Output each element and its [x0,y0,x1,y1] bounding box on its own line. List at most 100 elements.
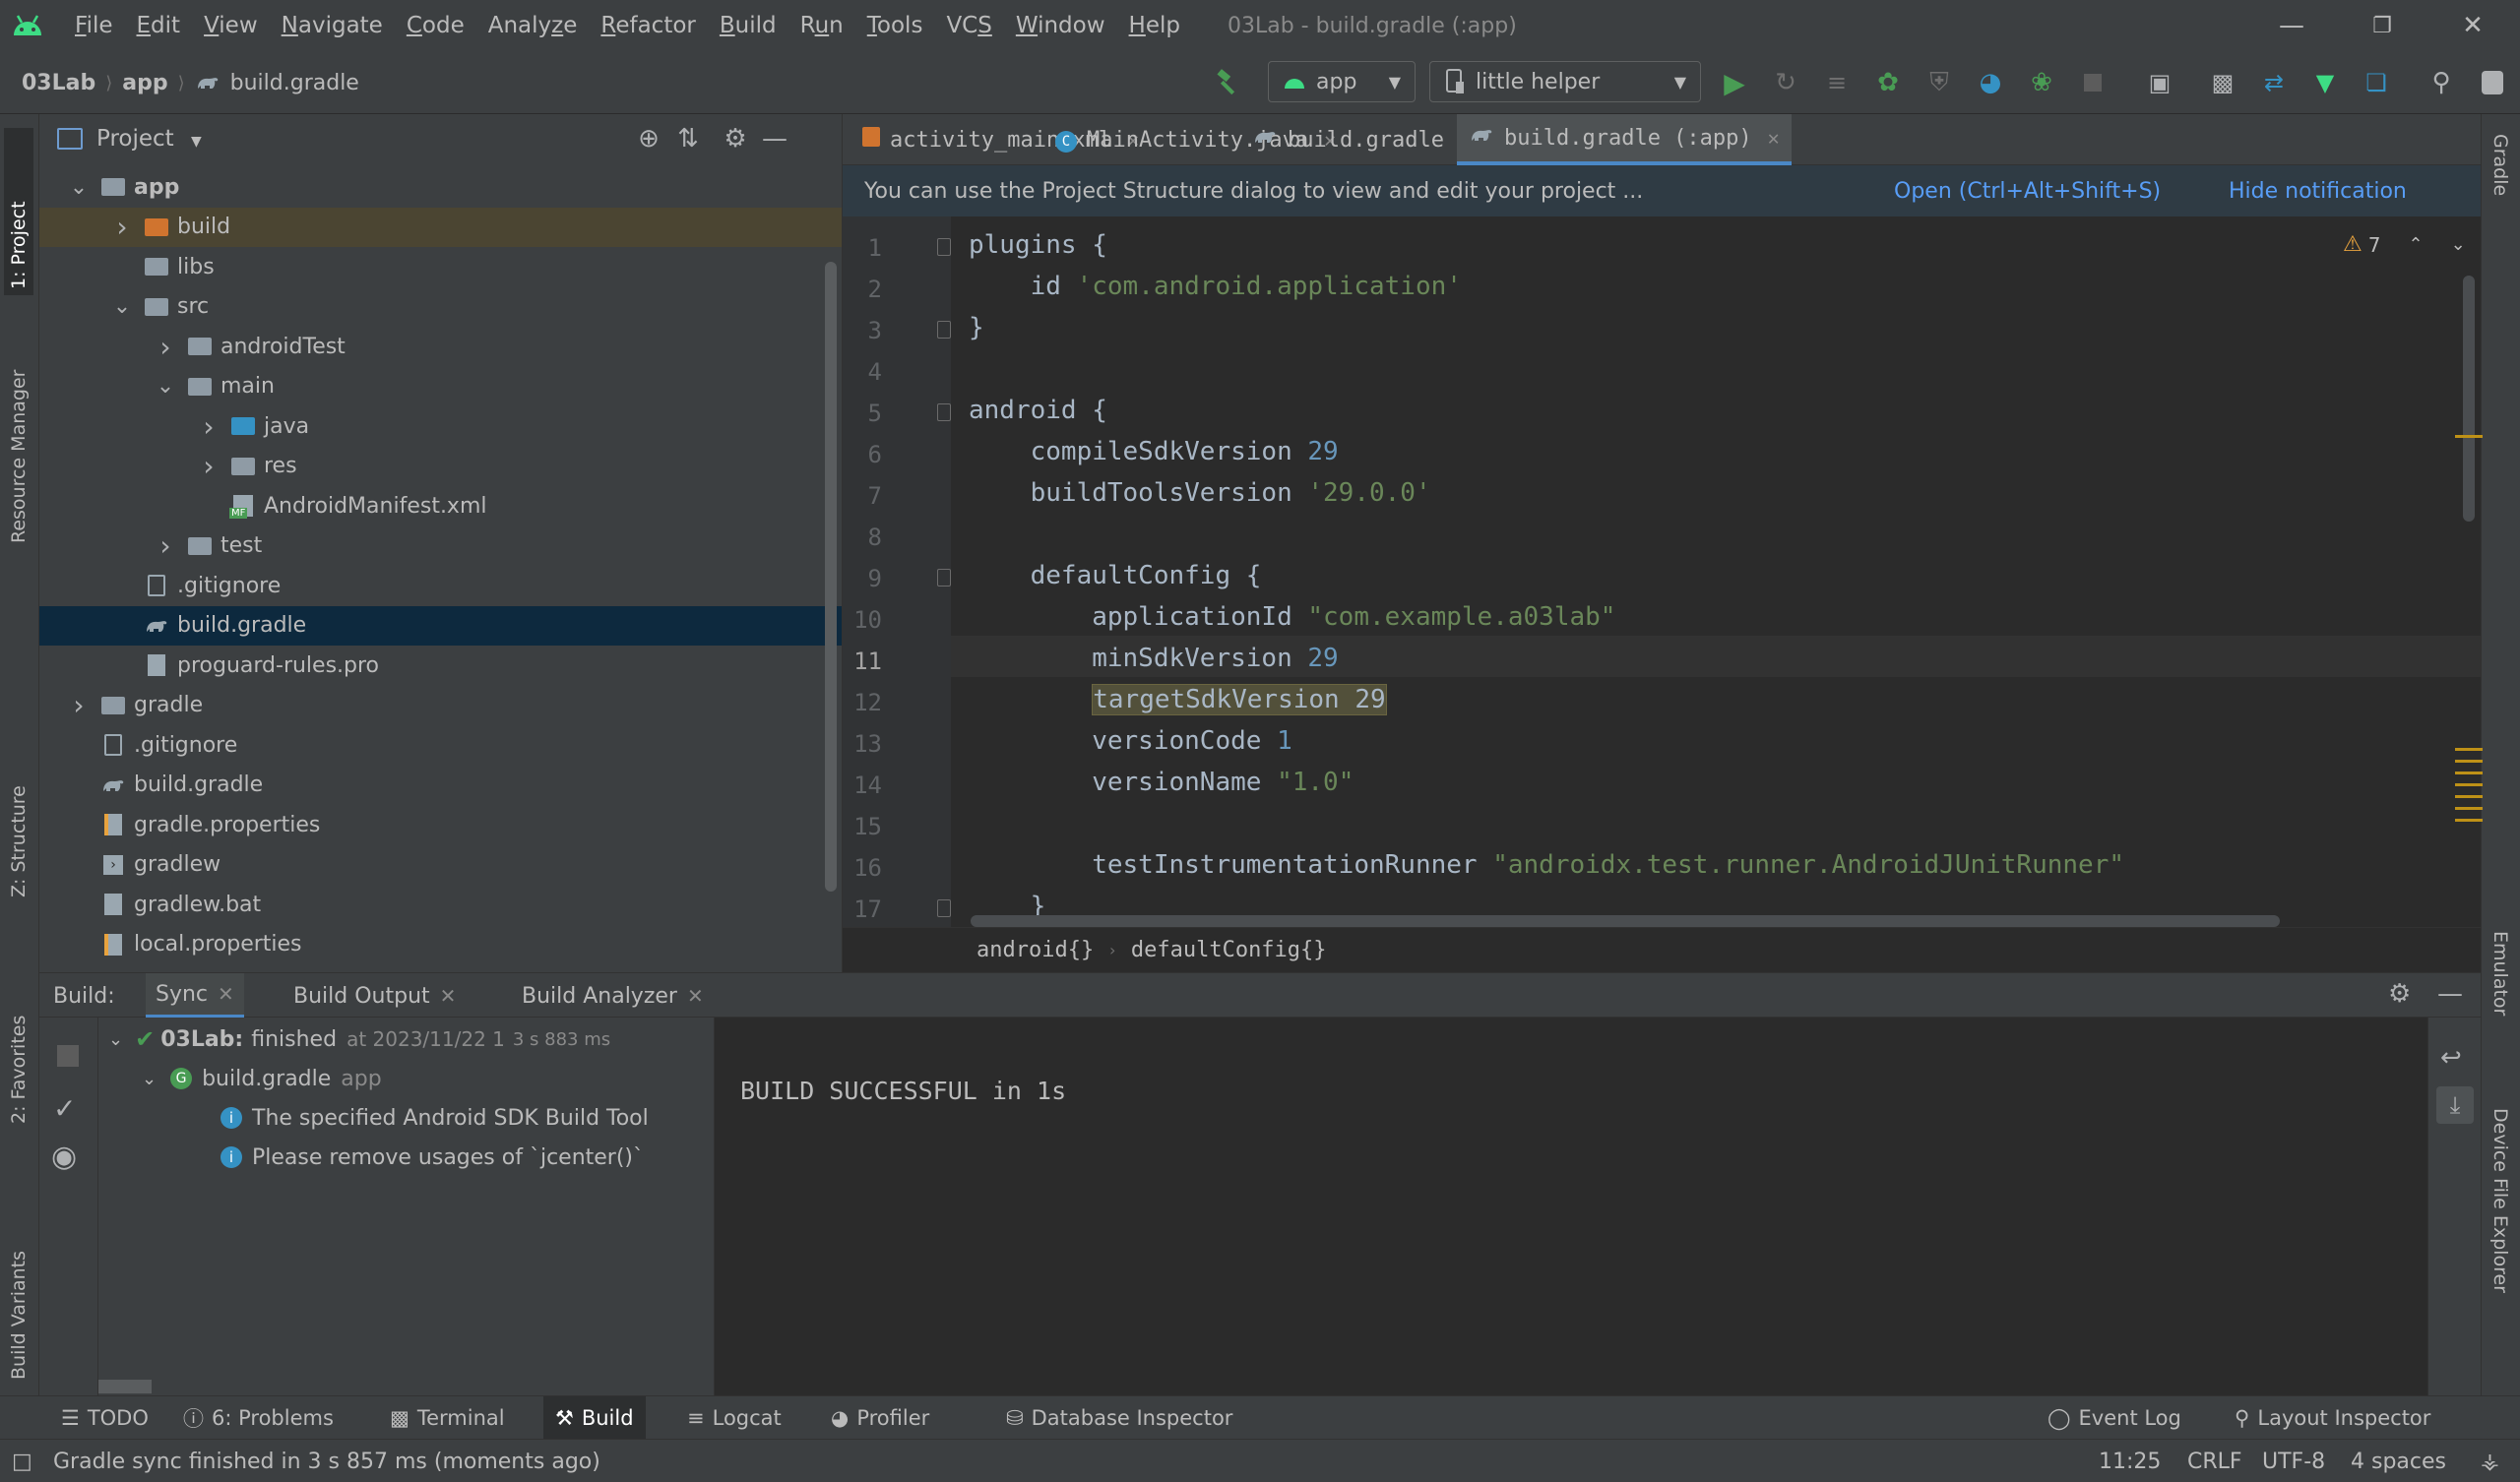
fold-marker-icon[interactable] [937,569,951,587]
gradle-tool-button[interactable]: Gradle [2489,134,2511,196]
project-view-select[interactable]: Project ▼ [96,126,202,152]
code-editor[interactable]: plugins { id 'com.android.application'} a… [951,216,2481,927]
chevron-right-icon[interactable]: › [110,211,134,243]
search-everywhere-button[interactable]: ⚲ [2424,65,2459,100]
menu-item[interactable]: Navigate [270,13,395,38]
breadcrumb-module[interactable]: app [122,71,167,95]
tab-sync[interactable]: Sync ✕ [146,973,244,1019]
apply-code-changes-button[interactable]: ≡ [1819,65,1855,100]
editor-tab[interactable]: build.gradle (:app) ✕ [1457,114,1792,165]
favorites-tool-button[interactable]: 2: Favorites [4,941,33,1128]
todo-tool-button[interactable]: ☰ TODO [49,1396,160,1440]
project-tree-item[interactable]: .gitignore [39,566,842,605]
build-settings-button[interactable]: ⚙ [2388,979,2411,1009]
run-button[interactable]: ▶ [1717,65,1752,100]
chevron-right-icon[interactable]: › [197,410,220,443]
line-separator[interactable]: CRLF [2187,1440,2242,1482]
build-tree-root[interactable]: ⌄ ✔ 03Lab: finished at 2023/11/22 1 3 s … [108,1019,610,1059]
pin-tab-button[interactable]: ✓ [53,1092,76,1125]
profile-button[interactable]: ◕ [1973,65,2008,100]
project-tree-item[interactable]: › gradlew [39,845,842,885]
fold-marker-icon[interactable] [937,899,951,917]
warning-marker[interactable] [2455,795,2483,798]
editor-horizontal-scrollbar[interactable] [971,915,2280,927]
inspection-widget[interactable]: ⚠ 7 ⌃ ⌄ [2343,232,2466,257]
project-tree-item[interactable]: ⌄ src [39,287,842,327]
project-tree-item[interactable]: libs [39,247,842,286]
build-tool-button[interactable]: ⚒ Build [543,1396,646,1440]
scroll-to-end-button[interactable]: ⤓ [2436,1086,2474,1124]
stop-button[interactable] [2075,65,2110,100]
resource-manager-tool-button[interactable]: Resource Manager [4,321,33,547]
close-tab-icon[interactable]: ✕ [687,984,704,1008]
profiler-tool-button[interactable]: ◕ Profiler [819,1396,941,1440]
tab-build-analyzer[interactable]: Build Analyzer ✕ [512,973,714,1019]
project-tree-item[interactable]: › gradle [39,686,842,725]
chevron-down-icon[interactable]: ⌄ [67,175,91,200]
chevron-right-icon[interactable]: › [154,331,177,363]
warning-marker[interactable] [2455,772,2483,774]
menu-item[interactable]: VCS [934,13,1003,38]
project-tree-item[interactable]: ⌄ main [39,367,842,406]
menu-item[interactable]: Tools [855,13,935,38]
restore-button[interactable]: ❐ [2337,0,2427,51]
chevron-right-icon[interactable]: › [67,689,91,721]
menu-item[interactable]: Window [1004,13,1117,38]
project-tree-item[interactable]: local.properties [39,925,842,964]
avd-manager-button[interactable]: ▩ [2205,65,2240,100]
warning-marker[interactable] [2455,748,2483,751]
make-project-button[interactable] [1211,65,1246,100]
hide-panel-button[interactable]: — [758,122,791,155]
close-tab-icon[interactable]: ✕ [440,984,457,1008]
project-tree-item[interactable]: ⌄ app [39,167,842,207]
lock-icon[interactable]: ⚶ [2481,1440,2499,1482]
close-tab-icon[interactable]: ✕ [1768,126,1780,150]
menu-item[interactable]: Analyze [476,13,590,38]
breadcrumb-defaultconfig-block[interactable]: defaultConfig{} [1131,938,1327,962]
project-tree-item[interactable]: gradle.properties [39,805,842,844]
next-highlight-icon[interactable]: ⌄ [2451,234,2466,255]
project-tree-scrollbar[interactable] [825,262,837,892]
project-tree-item[interactable]: › androidTest [39,327,842,366]
locate-file-button[interactable]: ⊕ [632,122,665,155]
soft-wrap-button[interactable]: ↩ [2440,1043,2462,1073]
layout-inspector-button[interactable]: ❏ [2359,65,2394,100]
project-tool-button[interactable]: 1: Project [4,128,33,295]
status-message[interactable]: Gradle sync finished in 3 s 857 ms (mome… [53,1440,600,1482]
project-tree-item[interactable]: gradlew.bat [39,885,842,924]
sync-gradle-button[interactable]: ⇄ [2256,65,2292,100]
layout-inspector-tool-button[interactable]: ⚲ Layout Inspector [2223,1396,2442,1440]
breadcrumb-android-block[interactable]: android{} [976,938,1094,962]
project-tree-item[interactable]: settings.gradle [39,964,842,973]
menu-item[interactable]: Run [788,13,855,38]
build-variants-tool-button[interactable]: Build Variants [4,1177,33,1384]
project-tree-item[interactable]: build.gradle [39,605,842,646]
project-tree-item[interactable]: › build [39,207,842,247]
database-inspector-tool-button[interactable]: ⛁ Database Inspector [994,1396,1244,1440]
device-file-explorer-tool-button[interactable]: Device File Explorer [2489,1108,2511,1293]
account-button[interactable] [2475,65,2510,100]
build-console-output[interactable]: BUILD SUCCESSFUL in 1s [715,1018,2427,1395]
project-tree-item[interactable]: .gitignore [39,725,842,765]
hide-build-panel-button[interactable]: — [2437,979,2463,1009]
menu-item[interactable]: Refactor [589,13,708,38]
warning-marker[interactable] [2455,435,2483,438]
project-tree-item[interactable]: › test [39,526,842,566]
previous-highlight-icon[interactable]: ⌃ [2408,234,2423,255]
menu-item[interactable]: Code [395,13,476,38]
build-tree-info-row[interactable]: i Please remove usages of `jcenter()` [220,1138,644,1177]
project-structure-button[interactable]: ▣ [2142,65,2177,100]
stop-build-button[interactable] [57,1045,79,1067]
chevron-down-icon[interactable]: ⌄ [110,294,134,319]
chevron-down-icon[interactable]: ⌄ [142,1069,157,1089]
chevron-down-icon[interactable]: ⌄ [154,374,177,399]
toggle-view-button[interactable]: ◉ [51,1140,77,1174]
build-tree-gradle-node[interactable]: ⌄ G build.gradle app [142,1059,382,1098]
toggle-tool-windows-icon[interactable]: □ [12,1440,32,1482]
run-with-coverage-button[interactable]: ⛨ [1922,65,1957,100]
chevron-down-icon[interactable]: ⌄ [108,1029,123,1050]
run-configuration-select[interactable]: app ▼ [1268,61,1416,102]
warning-marker[interactable] [2455,760,2483,763]
device-select[interactable]: little helper ▼ [1429,61,1701,102]
close-window-button[interactable]: ✕ [2427,0,2518,51]
